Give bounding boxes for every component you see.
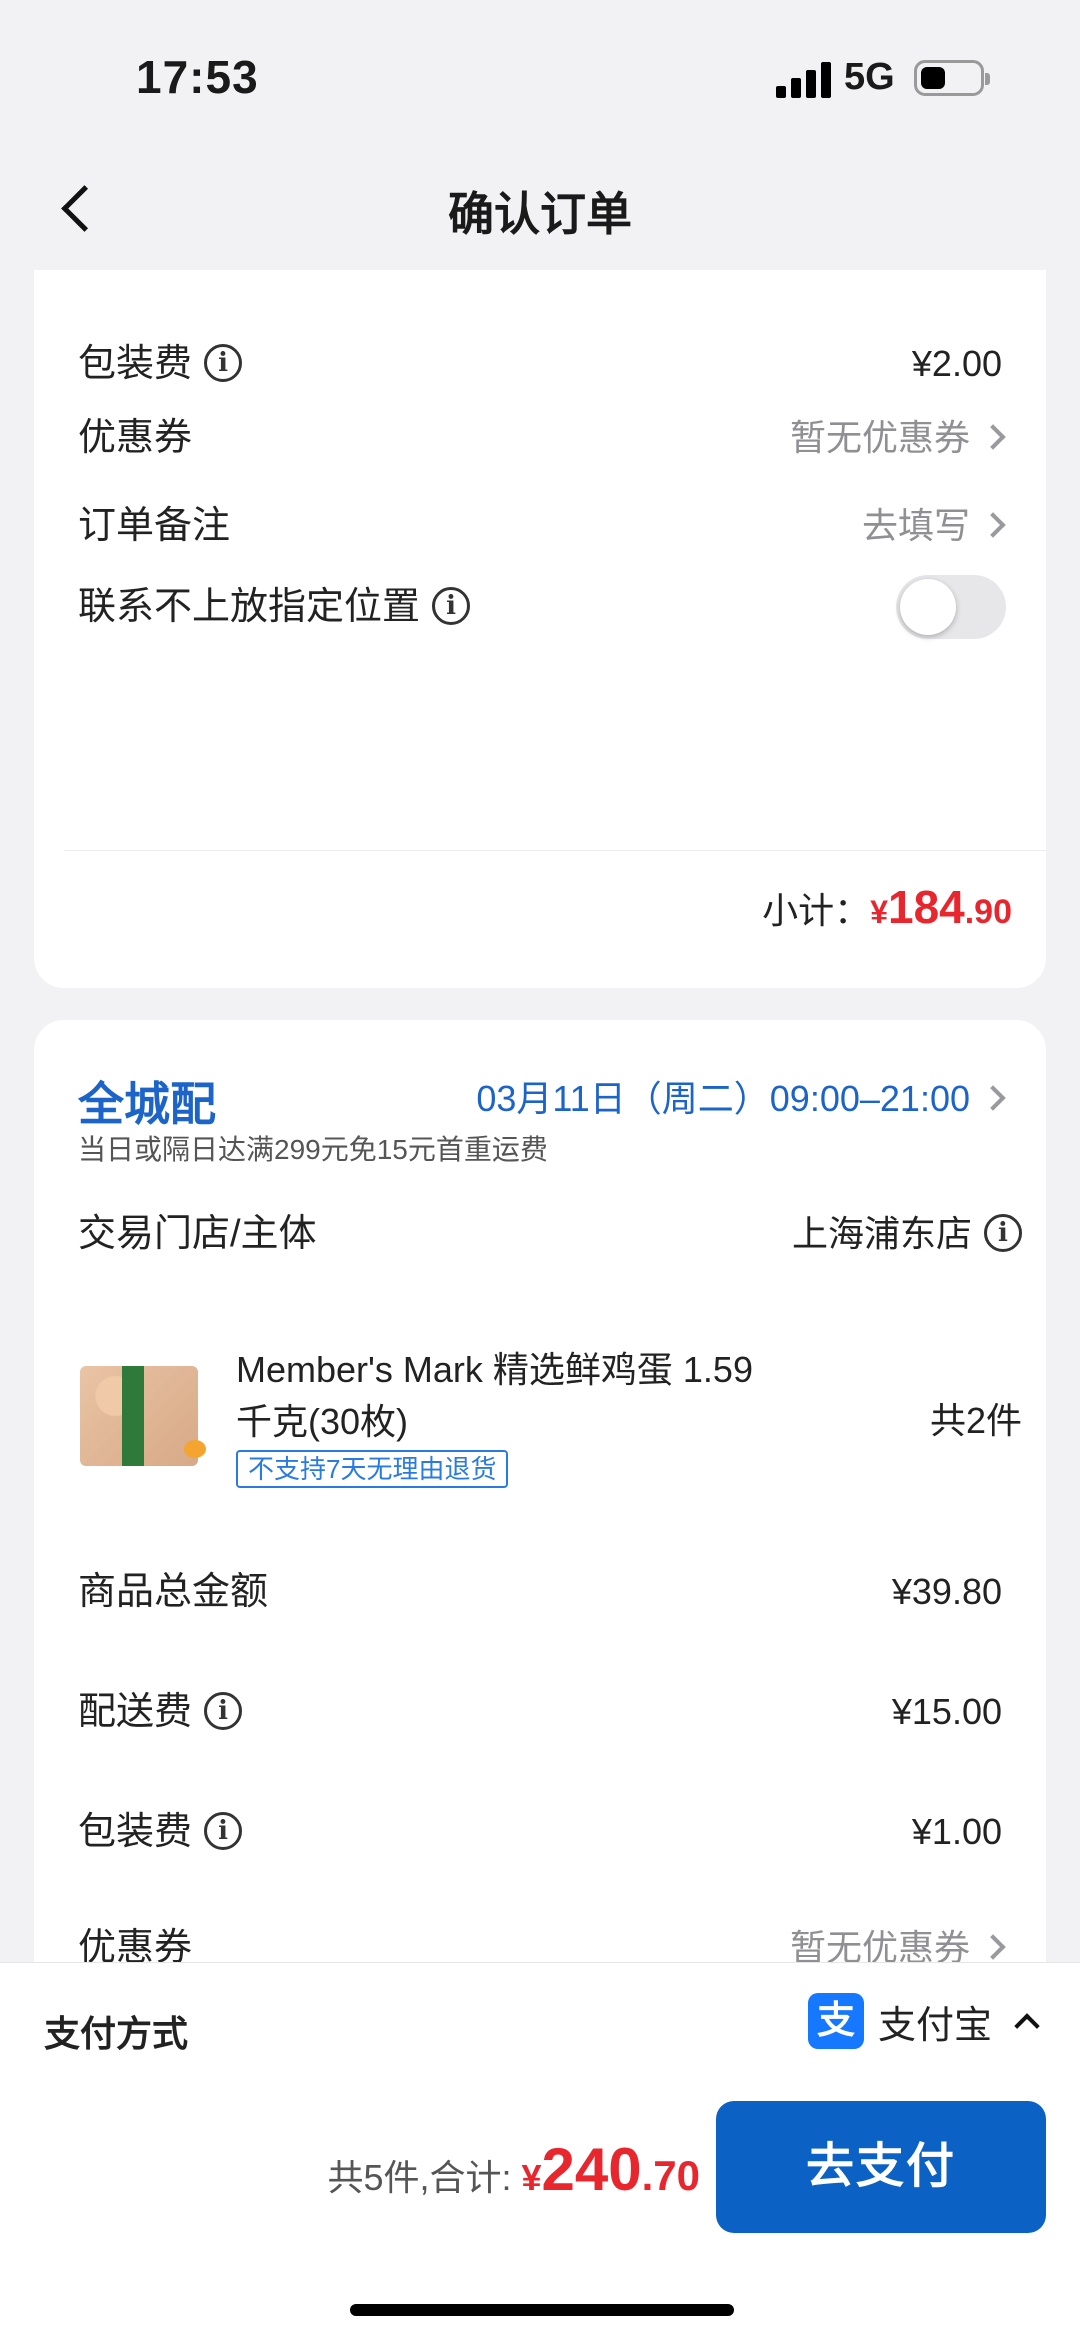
total-prefix: 共5件,合计: [327, 2157, 512, 2198]
info-icon[interactable]: i [204, 1811, 243, 1850]
store-label: 交易门店/主体 [78, 1213, 317, 1255]
checkout-bar: 支付方式 支 支付宝 共5件,合计: ¥240.70 去支付 [0, 1962, 1080, 2341]
delivery-fee-value: ¥15.00 [891, 1691, 1002, 1732]
order-note-value: 去填写 [861, 505, 970, 546]
store-row: 交易门店/主体 上海浦东店 i [34, 1194, 1046, 1274]
order-note-row[interactable]: 订单备注 去填写 [34, 486, 1046, 566]
battery-icon [914, 60, 990, 96]
payment-method-value: 支付宝 [877, 2004, 992, 2047]
packaging-fee-row: 包装费 i ¥2.00 [34, 324, 1046, 404]
info-icon[interactable]: i [204, 343, 243, 382]
delivery-time: 03月11日（周二）09:00–21:00 [476, 1078, 970, 1119]
packaging-fee-value: ¥2.00 [911, 343, 1002, 384]
coupon-value: 暂无优惠券 [789, 417, 970, 458]
order-note-label: 订单备注 [78, 505, 231, 547]
order-card-2: 全城配 03月11日（周二）09:00–21:00 当日或隔日达满299元免15… [34, 1020, 1046, 2020]
subtotal-currency: ¥ [870, 894, 888, 930]
product-image[interactable] [80, 1366, 206, 1466]
chevron-right-icon [980, 1085, 1006, 1112]
signal-icon [776, 62, 832, 98]
coupon-row[interactable]: 优惠券 暂无优惠券 [34, 398, 1046, 478]
store-value: 上海浦东店 [791, 1213, 972, 1254]
pay-button[interactable]: 去支付 [716, 2101, 1046, 2233]
contact-fallback-toggle[interactable] [896, 575, 1006, 639]
packaging-fee-value: ¥1.00 [911, 1811, 1002, 1852]
product-count: 共2件 [929, 1400, 1022, 1441]
total-decimal: .70 [641, 2152, 700, 2199]
packaging-fee-label: 包装费 [78, 1811, 193, 1853]
total-currency: ¥ [521, 2157, 542, 2198]
alipay-icon: 支 [807, 1993, 864, 2049]
page-title: 确认订单 [448, 188, 632, 240]
status-bar: 17:53 5G [0, 0, 1080, 150]
chevron-up-icon [1014, 2013, 1040, 2039]
nav-bar: 确认订单 [0, 150, 1080, 270]
delivery-fee-label: 配送费 [78, 1691, 193, 1733]
delivery-note: 当日或隔日达满299元免15元首重运费 [78, 1134, 548, 1165]
chevron-right-icon [980, 424, 1006, 451]
goods-total-row: 商品总金额 ¥39.80 [34, 1552, 1046, 1632]
subtotal: 小计：¥184.90 [762, 880, 1012, 934]
order-card-1: 包装费 i ¥2.00 优惠券 暂无优惠券 订单备注 去填写 联系不上放指定位置 i… [34, 270, 1046, 988]
no-return-badge: 不支持7天无理由退货 [236, 1450, 509, 1488]
info-icon[interactable]: i [984, 1214, 1022, 1253]
payment-method-label: 支付方式 [44, 2013, 189, 2054]
packaging-fee-label: 包装费 [78, 343, 193, 385]
contact-fallback-label: 联系不上放指定位置 [78, 586, 421, 628]
subtotal-decimal: .90 [964, 893, 1012, 931]
chevron-right-icon [980, 512, 1006, 539]
packaging-fee-row-2: 包装费 i ¥1.00 [34, 1792, 1046, 1872]
divider [64, 850, 1046, 851]
delivery-fee-row: 配送费 i ¥15.00 [34, 1672, 1046, 1752]
delivery-time-selector[interactable]: 03月11日（周二）09:00–21:00 [476, 1070, 1006, 1122]
status-time: 17:53 [136, 51, 259, 103]
delivery-type: 全城配 [78, 1078, 216, 1130]
goods-total-label: 商品总金额 [78, 1571, 269, 1613]
total-integer: 240 [541, 2136, 642, 2203]
coupon-label: 优惠券 [78, 417, 193, 459]
goods-total-value: ¥39.80 [891, 1571, 1002, 1612]
order-total: 共5件,合计: ¥240.70 [327, 2135, 700, 2204]
home-indicator [350, 2304, 734, 2316]
product-title[interactable]: Member's Mark 精选鲜鸡蛋 1.59千克(30枚) [236, 1344, 756, 1448]
toggle-knob [900, 579, 956, 635]
subtotal-integer: 184 [887, 881, 965, 933]
info-icon[interactable]: i [204, 1691, 243, 1730]
contact-fallback-row: 联系不上放指定位置 i [34, 567, 1046, 647]
subtotal-label: 小计： [762, 890, 871, 931]
chevron-right-icon [980, 1934, 1006, 1961]
payment-method-selector[interactable]: 支 支付宝 [807, 1991, 1040, 2051]
network-type: 5G [844, 56, 895, 98]
info-icon[interactable]: i [432, 586, 471, 625]
